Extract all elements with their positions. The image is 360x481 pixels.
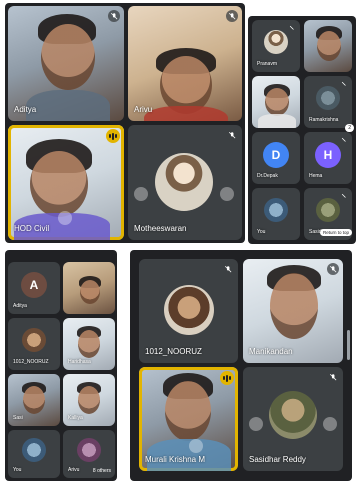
participant-tile-aditya[interactable]: Aditya bbox=[8, 6, 124, 121]
participant-tile-hema[interactable]: H Hema bbox=[304, 132, 352, 184]
mic-off-icon bbox=[226, 129, 238, 141]
participant-tile-hod-civil[interactable]: HOD Civil bbox=[8, 125, 124, 240]
participant-name: Arivu bbox=[68, 467, 80, 473]
participant-name: Haridhasa bbox=[68, 359, 91, 365]
participant-tile-haridhasa[interactable]: Haridhasa bbox=[63, 318, 115, 370]
participant-face bbox=[165, 381, 211, 441]
participant-tile-aditya-small[interactable]: A Aditya bbox=[8, 262, 60, 314]
participant-name: Sasidhar Reddy bbox=[249, 455, 306, 464]
participant-body bbox=[26, 90, 110, 121]
participant-name: You bbox=[257, 229, 266, 235]
participant-face bbox=[317, 31, 341, 61]
participant-tile-video-2[interactable] bbox=[252, 76, 300, 128]
avatar bbox=[22, 328, 46, 352]
participant-face bbox=[78, 330, 100, 358]
meet-screen-1: Aditya Arivu HOD Civil Motheeswaran bbox=[5, 3, 245, 243]
participant-face bbox=[80, 280, 100, 304]
participant-tile-dr-depak[interactable]: D Dr.Depak bbox=[252, 132, 300, 184]
mic-off-icon bbox=[288, 24, 296, 32]
avatar bbox=[264, 30, 288, 54]
speaking-indicator-icon bbox=[220, 371, 234, 385]
participant-name: Aditya bbox=[14, 105, 37, 114]
participant-body bbox=[258, 114, 296, 128]
avatar bbox=[155, 153, 213, 211]
participant-tile-1012-nooruz[interactable]: 1012_NOORUZ bbox=[139, 259, 238, 363]
participant-tile-video-1[interactable] bbox=[304, 20, 352, 72]
participant-name: 1012_NOORUZ bbox=[145, 347, 202, 356]
meet-screen-2: Pranavm Ramakrishna D Dr.Depak H Hema 2 … bbox=[248, 16, 356, 244]
participant-tile-motheeswaran[interactable]: Motheeswaran bbox=[128, 125, 242, 240]
mic-off-icon bbox=[108, 10, 120, 22]
others-count[interactable]: 8 others bbox=[93, 468, 111, 474]
mic-off-icon bbox=[327, 371, 339, 383]
button-shadow bbox=[134, 187, 148, 201]
participant-tile-sasi[interactable]: Sasi bbox=[8, 374, 60, 426]
avatar bbox=[316, 86, 340, 110]
avatar bbox=[264, 198, 288, 222]
meet-screen-4: 1012_NOORUZ Manikandan Murali Krishna M … bbox=[130, 250, 352, 481]
participant-name: Manikandan bbox=[249, 347, 293, 356]
participant-name: 1012_NOORUZ bbox=[13, 359, 49, 365]
hand-shape bbox=[58, 211, 72, 225]
scrollbar[interactable] bbox=[347, 330, 350, 360]
avatar-initial: H bbox=[315, 142, 341, 168]
button-shadow bbox=[323, 417, 337, 431]
participant-tile-others[interactable]: Arivu 8 others bbox=[63, 430, 115, 478]
page-badge[interactable]: 2 bbox=[345, 124, 354, 132]
participant-name: Kalliya bbox=[68, 415, 83, 421]
avatar bbox=[269, 391, 317, 439]
avatar bbox=[77, 438, 101, 462]
participant-tile-sasidhar-reddy[interactable]: Sasidhar Reddy bbox=[243, 367, 343, 471]
avatar-initial: A bbox=[21, 272, 47, 298]
participant-face bbox=[41, 24, 95, 90]
avatar bbox=[22, 438, 46, 462]
mic-off-icon bbox=[327, 263, 339, 275]
participant-tile-video-3[interactable] bbox=[63, 262, 115, 314]
hand-shape bbox=[189, 439, 203, 453]
participant-body bbox=[144, 106, 228, 121]
participant-name: Dr.Depak bbox=[257, 173, 278, 179]
participant-name: Sasi bbox=[13, 415, 23, 421]
button-shadow bbox=[249, 417, 263, 431]
participant-name: Hema bbox=[309, 173, 323, 179]
participant-tile-you-small[interactable]: You bbox=[8, 430, 60, 478]
mic-off-icon bbox=[222, 263, 234, 275]
participant-tile-manikandan[interactable]: Manikandan bbox=[243, 259, 343, 363]
avatar bbox=[316, 198, 340, 222]
participant-tile-murali-krishna-m[interactable]: Murali Krishna M bbox=[139, 367, 238, 471]
avatar-initial: D bbox=[263, 142, 289, 168]
participant-tile-ramakrishna[interactable]: Ramakrishna bbox=[304, 76, 352, 128]
participant-name: Motheeswaran bbox=[134, 224, 187, 233]
participant-name: You bbox=[13, 467, 22, 473]
meet-screen-3: A Aditya 1012_NOORUZ Haridhasa Sasi Kall… bbox=[5, 250, 117, 481]
mic-off-icon bbox=[340, 80, 348, 88]
participant-name: Murali Krishna M bbox=[145, 455, 206, 464]
participant-name: Aditya bbox=[13, 303, 27, 309]
participant-tile-you[interactable]: You bbox=[252, 188, 300, 240]
speaking-indicator-icon bbox=[106, 129, 120, 143]
participant-name: Ramakrishna bbox=[309, 117, 339, 123]
participant-face bbox=[265, 88, 289, 116]
mic-off-icon bbox=[340, 192, 348, 200]
participant-tile-kalliya[interactable]: Kalliya bbox=[63, 374, 115, 426]
mic-off-icon bbox=[226, 10, 238, 22]
avatar bbox=[164, 285, 214, 335]
participant-name: Arivu bbox=[134, 105, 153, 114]
participant-tile-1012-nooruz-small[interactable]: 1012_NOORUZ bbox=[8, 318, 60, 370]
return-to-top-button[interactable]: Return to top bbox=[319, 229, 352, 236]
participant-face bbox=[23, 386, 45, 414]
participant-tile-pranavm[interactable]: Pranavm bbox=[252, 20, 300, 72]
participant-name: Pranavm bbox=[257, 61, 278, 67]
button-shadow bbox=[220, 187, 234, 201]
participant-face bbox=[78, 386, 100, 414]
participant-tile-arivu[interactable]: Arivu bbox=[128, 6, 242, 121]
participant-face bbox=[30, 151, 88, 217]
participant-face bbox=[270, 273, 318, 339]
participant-name: HOD Civil bbox=[14, 224, 50, 233]
mic-off-icon bbox=[340, 136, 348, 144]
